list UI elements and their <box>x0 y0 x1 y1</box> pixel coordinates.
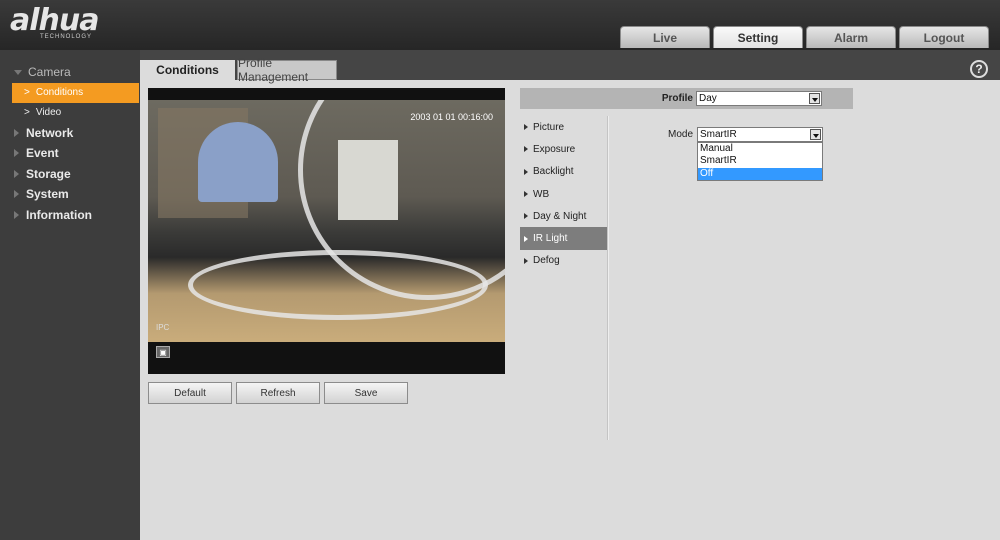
mode-option-manual[interactable]: Manual <box>698 143 822 155</box>
chevron-down-icon[interactable] <box>809 93 820 104</box>
menu-item-label: Picture <box>533 121 565 133</box>
menu-item-wb[interactable]: WB <box>520 183 607 205</box>
main-content: Conditions Profile Management ? 2003 01 … <box>140 50 1000 540</box>
settings-menu: Picture Exposure Backlight WB Day & Nigh… <box>520 116 607 272</box>
caret-right-icon <box>524 191 528 198</box>
tab-alarm[interactable]: Alarm <box>806 26 896 48</box>
menu-item-backlight[interactable]: Backlight <box>520 161 607 183</box>
caret-right-icon <box>14 169 19 178</box>
sidebar-item-label: System <box>26 187 69 202</box>
caret-right-icon <box>524 235 528 242</box>
mode-option-smartir[interactable]: SmartIR <box>698 155 822 167</box>
panel-divider <box>607 116 609 440</box>
sidebar-item-label: Video <box>35 107 62 118</box>
sidebar-item-label: Information <box>26 207 92 222</box>
sidebar-item-label: Camera <box>28 65 71 80</box>
menu-item-exposure[interactable]: Exposure <box>520 138 607 160</box>
mode-label: Mode <box>668 129 694 140</box>
caret-right-icon <box>524 168 528 175</box>
sidebar-item-conditions[interactable]: > Conditions <box>12 82 139 103</box>
caret-right-icon <box>524 146 528 153</box>
tab-live[interactable]: Live <box>620 26 710 48</box>
feed-window <box>198 122 278 202</box>
caret-right-icon <box>14 210 19 219</box>
top-nav-tabs: Live Setting Alarm Logout <box>620 26 989 48</box>
caret-right-icon <box>14 149 19 158</box>
sidebar-item-video[interactable]: > Video <box>0 103 140 123</box>
tab-logout[interactable]: Logout <box>899 26 989 48</box>
profile-bar: Profile Day <box>520 88 853 109</box>
tab-setting[interactable]: Setting <box>713 26 803 48</box>
chevron-right-icon: > <box>24 87 30 98</box>
sidebar-item-network[interactable]: Network <box>0 123 140 144</box>
sidebar-item-label: Conditions <box>35 87 84 98</box>
menu-item-label: Exposure <box>533 143 576 155</box>
sidebar-item-system[interactable]: System <box>0 184 140 205</box>
sidebar-item-information[interactable]: Information <box>0 205 140 226</box>
tab-conditions[interactable]: Conditions <box>140 60 235 80</box>
menu-item-label: Day & Night <box>533 210 587 222</box>
header-bar: alhua TECHNOLOGY Live Setting Alarm Logo… <box>0 0 1000 50</box>
help-icon[interactable]: ? <box>970 60 988 78</box>
caret-right-icon <box>524 213 528 220</box>
sidebar-item-event[interactable]: Event <box>0 143 140 164</box>
subtab-bar: Conditions Profile Management ? <box>140 50 1000 84</box>
save-button[interactable]: Save <box>324 382 408 404</box>
profile-select[interactable]: Day <box>696 91 822 106</box>
menu-item-label: Defog <box>533 255 560 267</box>
sidebar-item-storage[interactable]: Storage <box>0 164 140 185</box>
dahua-logo: alhua TECHNOLOGY <box>10 3 99 41</box>
refresh-button[interactable]: Refresh <box>236 382 320 404</box>
video-preview: 2003 01 01 00:16:00 IPC ▣ <box>148 88 505 374</box>
mode-dropdown-list: Manual SmartIR Off <box>697 142 823 181</box>
menu-item-defog[interactable]: Defog <box>520 250 607 272</box>
mode-option-off[interactable]: Off <box>698 167 822 180</box>
caret-right-icon <box>14 128 19 137</box>
video-timestamp: 2003 01 01 00:16:00 <box>410 112 493 122</box>
sidebar: Camera > Conditions > Video Network Even… <box>0 50 140 540</box>
menu-item-label: Backlight <box>533 166 574 178</box>
logo-text: alhua <box>10 3 99 38</box>
tab-profile-management[interactable]: Profile Management <box>237 56 337 84</box>
caret-right-icon <box>524 124 528 131</box>
sidebar-item-camera[interactable]: Camera <box>0 62 140 83</box>
chevron-right-icon: > <box>24 107 30 118</box>
menu-item-ir-light[interactable]: IR Light <box>520 227 607 250</box>
mode-select-value: SmartIR <box>700 129 737 140</box>
default-button[interactable]: Default <box>148 382 232 404</box>
sidebar-item-label: Storage <box>26 166 71 181</box>
logo-subtext: TECHNOLOGY <box>40 34 93 40</box>
feed-cable <box>188 250 488 320</box>
menu-item-day-night[interactable]: Day & Night <box>520 205 607 227</box>
caret-down-icon <box>14 69 22 75</box>
menu-item-label: IR Light <box>533 233 568 245</box>
sidebar-item-label: Event <box>26 146 59 161</box>
video-channel-tag: IPC <box>156 323 170 332</box>
sidebar-item-label: Network <box>26 125 74 140</box>
caret-right-icon <box>14 190 19 199</box>
menu-item-label: WB <box>533 188 550 200</box>
chevron-down-icon[interactable] <box>810 129 821 140</box>
camera-feed-image: 2003 01 01 00:16:00 IPC <box>148 100 505 342</box>
caret-right-icon <box>524 257 528 264</box>
profile-label: Profile <box>661 93 693 104</box>
mode-select[interactable]: SmartIR <box>697 127 823 142</box>
fullscreen-icon[interactable]: ▣ <box>156 346 170 358</box>
menu-item-picture[interactable]: Picture <box>520 116 607 138</box>
profile-select-value: Day <box>699 93 717 104</box>
